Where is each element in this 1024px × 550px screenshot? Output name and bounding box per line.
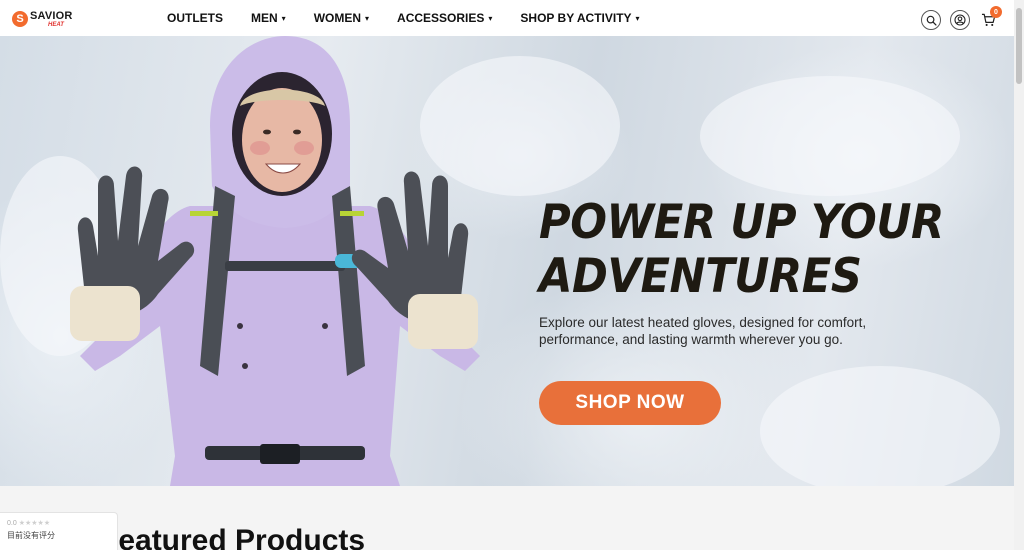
hero-headline-line2: ADVENTURES xyxy=(539,249,862,304)
review-widget[interactable]: 0.0 ★★★★★ 目前没有评分 xyxy=(0,512,118,550)
chevron-down-icon: ▾ xyxy=(488,13,493,23)
hero-image-person xyxy=(70,36,480,486)
nav-item-outlets[interactable]: OUTLETS xyxy=(167,11,223,25)
section-title: Featured Products xyxy=(100,524,366,550)
user-icon xyxy=(954,14,966,26)
hero-headline-line1: POWER UP YOUR xyxy=(539,195,944,250)
review-score: 0.0 xyxy=(7,519,17,527)
chevron-down-icon: ▾ xyxy=(365,13,370,23)
logo-subtext: HEAT xyxy=(48,21,64,28)
review-status-text: 目前没有评分 xyxy=(7,531,55,540)
logo-wordmark: SAVIOR xyxy=(30,9,73,22)
snow-texture xyxy=(700,76,960,196)
snow-texture xyxy=(760,366,1000,486)
hero-subtitle: Explore our latest heated gloves, design… xyxy=(539,315,867,347)
page-scrollbar[interactable] xyxy=(1014,0,1024,550)
search-icon xyxy=(926,15,937,26)
nav-item-shop-by-activity[interactable]: SHOP BY ACTIVITY ▾ xyxy=(520,11,639,25)
chevron-down-icon: ▾ xyxy=(635,13,640,23)
main-nav: OUTLETS MEN ▾ WOMEN ▾ ACCESSORIES ▾ SHOP… xyxy=(167,0,668,36)
nav-item-women[interactable]: WOMEN ▾ xyxy=(314,11,369,25)
account-button[interactable] xyxy=(950,10,970,30)
nav-item-men[interactable]: MEN ▾ xyxy=(251,11,286,25)
header-icons: 0 xyxy=(912,6,1002,30)
nav-item-accessories[interactable]: ACCESSORIES ▾ xyxy=(397,11,492,25)
scrollbar-thumb[interactable] xyxy=(1016,8,1022,84)
site-header: S SAVIOR HEAT OUTLETS MEN ▾ WOMEN ▾ ACCE… xyxy=(0,0,1014,36)
rating-stars-icon: ★★★★★ xyxy=(18,520,51,527)
hero-banner: POWER UP YOUR ADVENTURES Explore our lat… xyxy=(0,36,1014,486)
search-button[interactable] xyxy=(921,10,941,30)
shop-now-button[interactable]: SHOP NOW xyxy=(539,381,721,425)
cart-button[interactable]: 0 xyxy=(978,6,1002,30)
logo-mark: S xyxy=(12,11,28,27)
brand-logo[interactable]: S SAVIOR HEAT xyxy=(12,8,73,30)
chevron-down-icon: ▾ xyxy=(281,13,286,23)
hero-headline: POWER UP YOUR ADVENTURES xyxy=(539,196,962,304)
cart-count-badge: 0 xyxy=(990,6,1002,18)
